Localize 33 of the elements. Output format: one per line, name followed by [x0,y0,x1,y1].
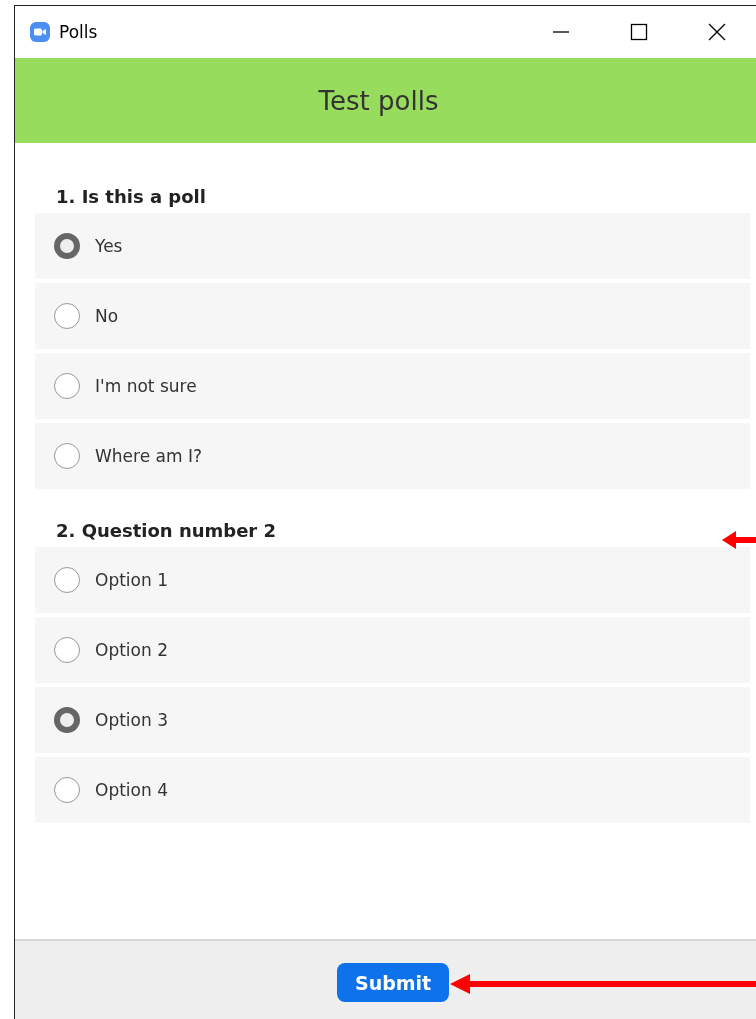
submit-button[interactable]: Submit [337,963,450,1002]
option-label: Yes [95,236,123,256]
option-label: Option 1 [95,570,168,590]
video-camera-icon [30,22,50,42]
radio-button[interactable] [54,373,80,399]
radio-button[interactable] [54,637,80,663]
maximize-icon[interactable] [630,23,648,41]
close-icon[interactable] [708,23,726,41]
radio-button[interactable] [54,233,80,259]
option-row[interactable]: No [35,283,750,349]
arrow-annotation [722,529,756,551]
option-row[interactable]: Yes [35,213,750,279]
window-title: Polls [59,22,98,42]
question-text: 2. Question number 2 [56,519,277,543]
option-row[interactable]: Option 4 [35,757,750,823]
option-row[interactable]: Where am I? [35,423,750,489]
option-label: Where am I? [95,446,202,466]
question-text: 1. Is this a poll [56,185,206,209]
option-label: No [95,306,119,326]
option-row[interactable]: I'm not sure [35,353,750,419]
radio-button[interactable] [54,777,80,803]
radio-button[interactable] [54,707,80,733]
poll-title: Test polls [318,85,439,116]
option-row[interactable]: Option 1 [35,547,750,613]
radio-button[interactable] [54,303,80,329]
option-label: I'm not sure [95,376,197,396]
option-label: Option 4 [95,780,168,800]
option-row[interactable]: Option 3 [35,687,750,753]
option-label: Option 3 [95,710,168,730]
radio-button[interactable] [54,567,80,593]
option-label: Option 2 [95,640,168,660]
radio-button[interactable] [54,443,80,469]
option-row[interactable]: Option 2 [35,617,750,683]
